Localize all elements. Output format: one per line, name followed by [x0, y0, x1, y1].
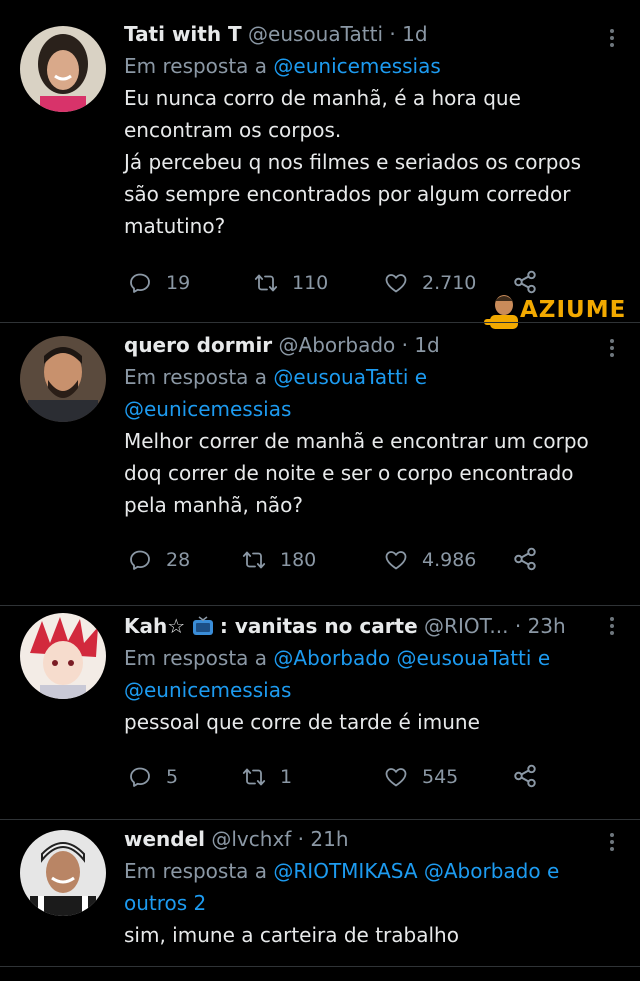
share-icon[interactable] [512, 763, 538, 789]
mention-link[interactable]: @eunicemessias [124, 674, 600, 706]
like-count: 2.710 [422, 272, 477, 294]
like-count: 545 [422, 766, 459, 788]
tv-emoji-icon [192, 616, 213, 635]
retweet-count: 180 [280, 549, 317, 571]
tweet-text-line: Melhor correr de manhã e encontrar um co… [124, 429, 589, 453]
avatar[interactable] [20, 613, 106, 699]
divider [0, 966, 640, 967]
heart-icon [384, 271, 408, 295]
handle[interactable]: @RIOT... [424, 614, 508, 638]
like-button[interactable]: 2.710 [384, 267, 476, 299]
mention-link[interactable]: @eusouaTatti [273, 365, 408, 389]
watermark-text: AZIUME [520, 297, 627, 323]
display-name[interactable]: wendel [124, 827, 205, 851]
retweet-button[interactable]: 110 [254, 267, 328, 299]
retweet-button[interactable]: 1 [242, 761, 292, 793]
more-options-icon[interactable] [610, 26, 616, 50]
tweet-actions: 5 1 545 [124, 761, 554, 793]
reply-prefix: Em resposta a [124, 365, 268, 389]
heart-icon [384, 765, 408, 789]
tweet-3[interactable]: Kah☆ : vanitas no carte @RIOT... · 23h E… [0, 606, 640, 819]
reply-conjunction: e [546, 859, 560, 883]
reply-prefix: Em resposta a [124, 859, 268, 883]
reply-context: Em resposta a @eunicemessias [124, 50, 600, 82]
mention-link[interactable]: @RIOTMIKASA @Aborbado [273, 859, 540, 883]
retweet-icon [254, 271, 278, 295]
tweet-text-line: são sempre encontrados por algum corredo… [124, 182, 571, 206]
tweet-text-line: sim, imune a carteira de trabalho [124, 923, 459, 947]
reply-count: 28 [166, 549, 191, 571]
more-options-icon[interactable] [610, 614, 616, 638]
heart-icon [384, 548, 408, 572]
reply-icon [128, 765, 152, 789]
reply-context: Em resposta a @eusouaTatti e [124, 361, 600, 393]
tweet-header: Tati with T @eusouaTatti · 1d [124, 18, 600, 50]
handle-time[interactable]: @lvchxf · 21h [211, 827, 348, 851]
more-options-icon[interactable] [610, 336, 616, 360]
display-name[interactable]: Tati with T [124, 22, 242, 46]
mention-link[interactable]: @eunicemessias [124, 393, 600, 425]
handle-time[interactable]: @eusouaTatti · 1d [248, 22, 427, 46]
reply-button[interactable]: 19 [128, 267, 190, 299]
display-name-suffix[interactable]: : vanitas no carte [220, 614, 418, 638]
display-name[interactable]: quero dormir [124, 333, 272, 357]
more-options-icon[interactable] [610, 830, 616, 854]
handle-time[interactable]: @Aborbado · 1d [279, 333, 440, 357]
retweet-count: 110 [292, 272, 329, 294]
like-count: 4.986 [422, 549, 477, 571]
tweet-2[interactable]: quero dormir @Aborbado · 1d Em resposta … [0, 323, 640, 605]
reply-count: 5 [166, 766, 179, 788]
mention-link[interactable]: @eunicemessias [273, 54, 440, 78]
reply-button[interactable]: 5 [128, 761, 178, 793]
tweet-actions: 28 180 4.986 [124, 544, 554, 576]
reply-context: Em resposta a @RIOTMIKASA @Aborbado e [124, 855, 600, 887]
tweet-header: quero dormir @Aborbado · 1d [124, 329, 600, 361]
tweet-text-line: Já percebeu q nos filmes e seriados os c… [124, 150, 582, 174]
reply-conjunction: e [537, 646, 551, 670]
reply-prefix: Em resposta a [124, 646, 268, 670]
reply-icon [128, 548, 152, 572]
avatar[interactable] [20, 830, 106, 916]
avatar[interactable] [20, 336, 106, 422]
tweet-text-line: encontram os corpos. [124, 118, 342, 142]
avatar[interactable] [20, 26, 106, 112]
retweet-icon [242, 765, 266, 789]
retweet-button[interactable]: 180 [242, 544, 316, 576]
like-button[interactable]: 4.986 [384, 544, 476, 576]
tweet-4[interactable]: wendel @lvchxf · 21h Em resposta a @RIOT… [0, 820, 640, 970]
tweet-text-line: doq correr de noite e ser o corpo encont… [124, 461, 574, 485]
like-button[interactable]: 545 [384, 761, 458, 793]
tweet-header: Kah☆ : vanitas no carte @RIOT... · 23h [124, 610, 600, 642]
display-name[interactable]: Kah☆ [124, 614, 185, 638]
others-link[interactable]: outros 2 [124, 887, 600, 919]
reply-icon [128, 271, 152, 295]
tweet-text-line: pela manhã, não? [124, 493, 304, 517]
tweet-text-line: pessoal que corre de tarde é imune [124, 710, 480, 734]
reply-count: 19 [166, 272, 191, 294]
time[interactable]: · 23h [515, 614, 566, 638]
reply-context: Em resposta a @Aborbado @eusouaTatti e [124, 642, 600, 674]
tweet-text-line: Eu nunca corro de manhã, é a hora que [124, 86, 521, 110]
retweet-count: 1 [280, 766, 293, 788]
reply-prefix: Em resposta a [124, 54, 268, 78]
reply-conjunction: e [414, 365, 428, 389]
share-icon[interactable] [512, 546, 538, 572]
tweet-text-line: matutino? [124, 214, 226, 238]
mention-link[interactable]: @Aborbado @eusouaTatti [273, 646, 531, 670]
retweet-icon [242, 548, 266, 572]
tweet-1[interactable]: Tati with T @eusouaTatti · 1d Em respost… [0, 0, 640, 322]
reply-button[interactable]: 28 [128, 544, 190, 576]
tweet-header: wendel @lvchxf · 21h [124, 823, 600, 855]
